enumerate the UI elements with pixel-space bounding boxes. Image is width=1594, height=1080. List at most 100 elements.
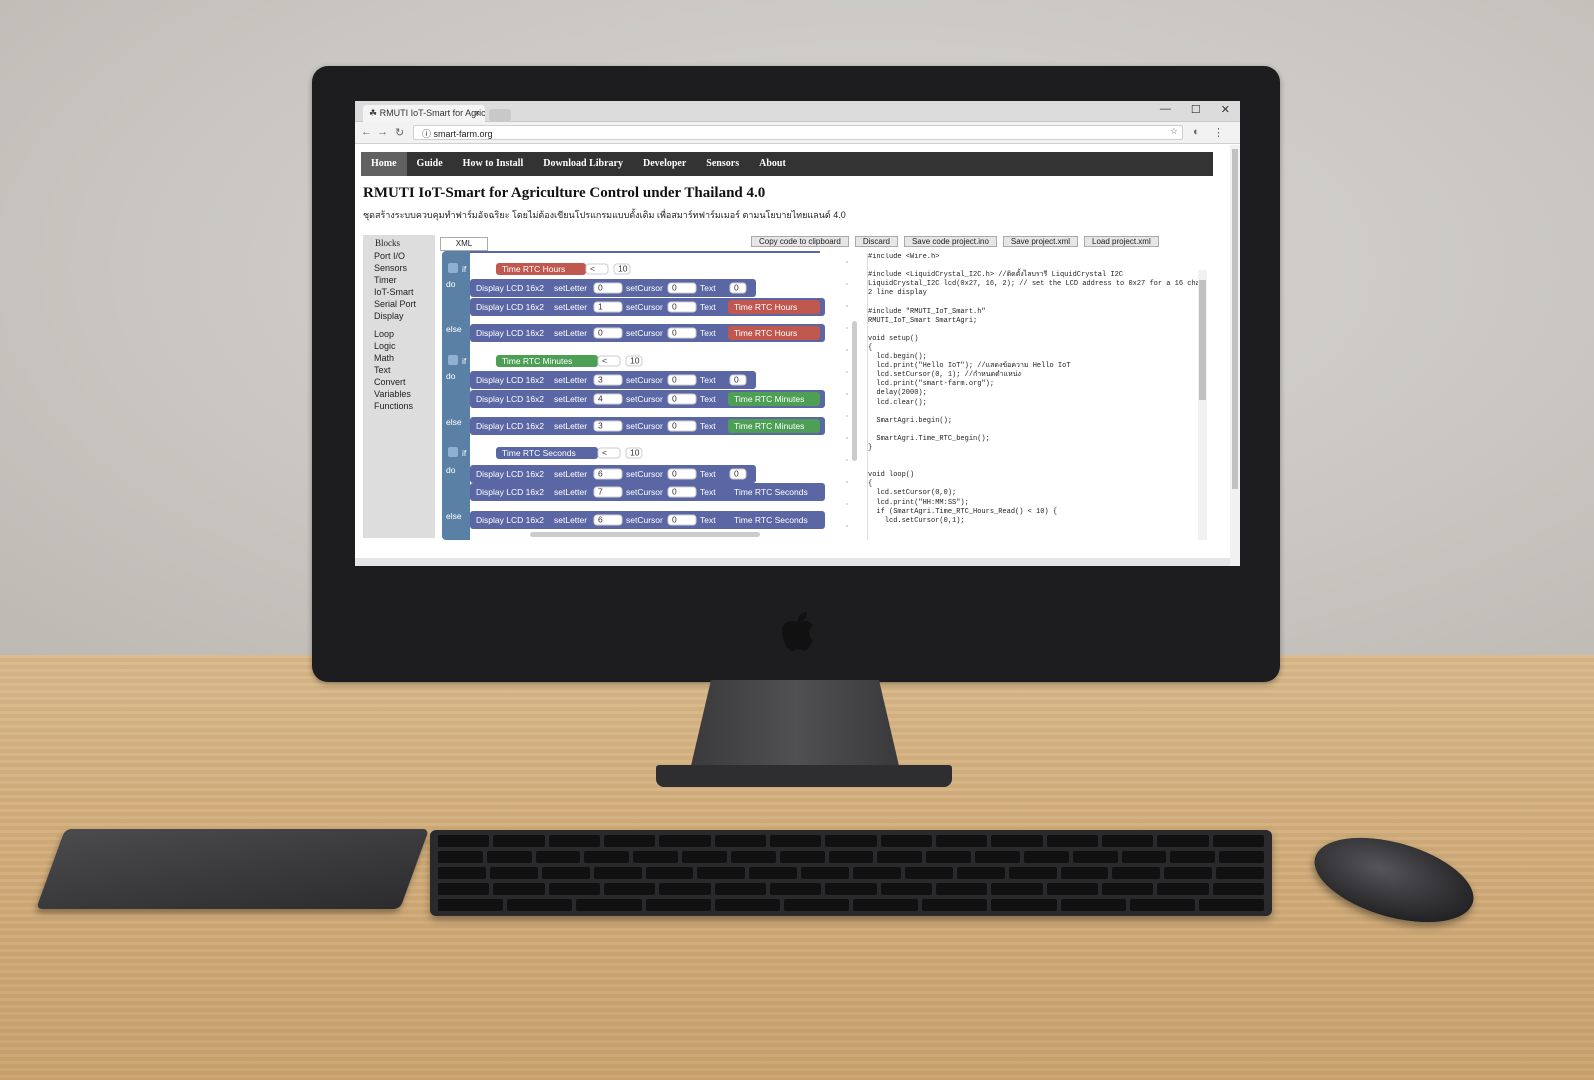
text-label: Text [700,283,716,293]
toolbox-category-math[interactable]: Math [363,352,435,364]
close-tab-icon[interactable]: × [475,108,480,118]
key [593,867,642,879]
extension-icon[interactable]: ◐ [1193,126,1200,138]
back-icon[interactable]: ← [361,126,372,138]
page-scrollbar[interactable] [1230,145,1240,566]
tab-xml[interactable]: XML [440,237,488,251]
key [645,899,711,911]
key [991,883,1043,895]
discard-button[interactable]: Discard [854,236,898,247]
toolbox-category-sensors[interactable]: Sensors [363,262,435,274]
forward-icon[interactable]: → [377,126,388,138]
cut-off-block[interactable] [470,251,820,253]
code-line: lcd.print("HH:MM:SS"); [868,498,969,507]
key [603,835,656,847]
toolbox-category-timer[interactable]: Timer [363,274,435,286]
toolbox-category-serial-port[interactable]: Serial Port [363,298,435,310]
key [697,867,746,879]
workspace-vscroll[interactable] [852,321,857,461]
toolbox-category-variables[interactable]: Variables [363,388,435,400]
key [853,899,919,911]
nav-guide[interactable]: Guide [407,152,453,176]
load-xml-button[interactable]: Load project.xml [1084,236,1159,247]
toolbox-category-convert[interactable]: Convert [363,376,435,388]
key [1216,867,1264,879]
new-tab-button[interactable] [489,109,511,121]
key-row [438,851,1265,863]
gear-icon[interactable] [448,447,458,457]
key [548,835,600,847]
set-cursor-label: setCursor [626,515,663,525]
key [438,835,490,847]
key [1060,899,1126,911]
code-scroll-thumb[interactable] [1199,280,1206,400]
display-lcd-label: Display LCD 16x2 [476,421,544,431]
close-window-button[interactable]: ✕ [1221,103,1230,116]
bookmark-star-icon[interactable]: ☆ [1170,126,1178,137]
display-lcd-label: Display LCD 16x2 [476,302,544,312]
compare-number-text: 10 [630,448,640,458]
toolbox-category-iot-smart[interactable]: IoT-Smart [363,286,435,298]
maximize-button[interactable]: ☐ [1191,103,1201,116]
imac-stand [690,680,900,770]
toolbox-category-loop[interactable]: Loop [363,328,435,340]
letter-dropdown-text: 3 [598,375,603,385]
key [1112,867,1161,879]
key [603,883,656,895]
generated-code-panel[interactable]: #include <Wire.h> #include <LiquidCrysta… [867,253,1207,540]
key [714,883,766,895]
code-scrollbar[interactable] [1198,270,1207,540]
save-xml-button[interactable]: Save project.xml [1002,236,1079,247]
save-ino-button[interactable]: Save code project.ino [903,236,997,247]
url-input[interactable]: ⓘ smart-farm.org ☆ [413,125,1183,140]
key [769,835,822,847]
browser-tab[interactable]: ☘ RMUTI IoT-Smart for Agric × [363,105,485,122]
toolbox-category-functions[interactable]: Functions [363,400,435,412]
nav-sensors[interactable]: Sensors [696,152,749,176]
letter-dropdown-text: 0 [598,283,603,293]
toolbox-category-display[interactable]: Display [363,310,435,322]
workspace-hscroll[interactable] [530,532,760,537]
key [633,851,679,863]
code-line: lcd.setCursor(0,1); [868,516,965,525]
blockly-workspace[interactable]: if Time RTC Hours <10 if Time RTC Minutes <10… [440,251,860,540]
display-lcd-label: Display LCD 16x2 [476,487,544,497]
page-scroll-thumb[interactable] [1232,149,1238,489]
nav-download-library[interactable]: Download Library [533,152,633,176]
copy-code-button[interactable]: Copy code to clipboard [751,236,849,247]
key [682,851,727,863]
key [991,835,1043,847]
toolbox-category-port-i-o[interactable]: Port I/O [363,250,435,262]
gear-icon[interactable] [448,263,458,273]
page-title: RMUTI IoT-Smart for Agriculture Control … [363,185,766,201]
reload-icon[interactable]: ↻ [395,126,404,139]
menu-dots-icon[interactable]: ⋮ [1213,126,1224,139]
block-canvas[interactable]: if Time RTC Hours <10if Time RTC Minutes <10… [440,251,860,540]
screen: ☘ RMUTI IoT-Smart for Agric × — ☐ ✕ ← → … [355,101,1240,566]
key [1046,835,1098,847]
toolbox-category-text[interactable]: Text [363,364,435,376]
nav-how-to-install[interactable]: How to Install [453,152,534,176]
key [541,867,590,879]
letter-dropdown-text: 6 [598,515,603,525]
key [493,835,545,847]
code-line: { [868,343,873,352]
page-hscrollbar[interactable] [355,558,1230,566]
code-line: #include "RMUTI_IoT_Smart.h" [868,307,986,316]
set-cursor-label: setCursor [626,394,663,404]
toolbox-category-logic[interactable]: Logic [363,340,435,352]
key [714,899,780,911]
nav-developer[interactable]: Developer [633,152,696,176]
nav-home[interactable]: Home [361,152,407,176]
minimize-button[interactable]: — [1160,103,1171,116]
toolbox-header: Blocks [375,238,401,248]
key [584,851,630,863]
condition-label: Time RTC Hours [502,264,565,274]
key [548,883,600,895]
gear-icon[interactable] [448,355,458,365]
key [645,867,694,879]
key [1129,899,1195,911]
cursor-dropdown-text: 0 [672,328,677,338]
nav-about[interactable]: About [749,152,796,176]
